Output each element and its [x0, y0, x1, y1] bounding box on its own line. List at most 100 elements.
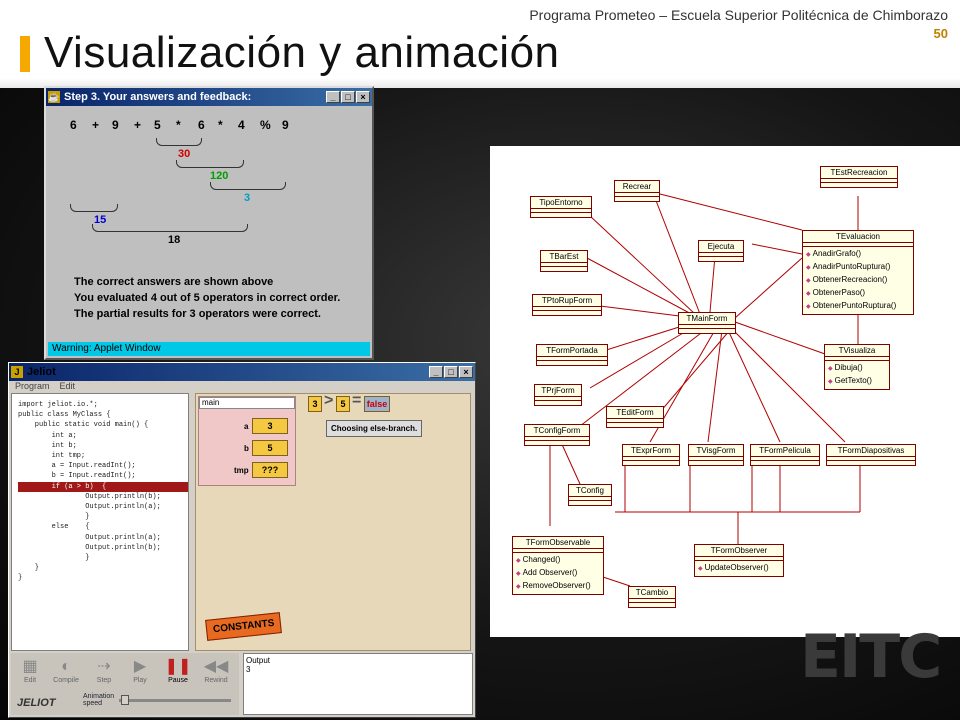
class-op-section [535, 401, 581, 405]
class-op-section [699, 257, 743, 261]
applet-titlebar[interactable]: ☕ Step 3. Your answers and feedback: _ □… [46, 88, 372, 106]
code-line: } [18, 564, 40, 573]
var-value: 3 [252, 418, 288, 434]
class-op-section [531, 213, 591, 217]
edit-button[interactable]: ▦ Edit [13, 657, 47, 689]
partial-result: 30 [178, 148, 191, 160]
class-box: TFormObserver UpdateObserver() [694, 544, 784, 577]
class-op-section [623, 461, 679, 465]
control-panel: ▦ Edit ◐ Compile ⇢ Step ▶ Play ❚❚ Pause ◀◀ Rew… [11, 653, 239, 715]
class-name: TVisgForm [689, 445, 743, 457]
jeliot-logo: JELIOT [17, 697, 56, 709]
code-line: if (a > b) { [18, 481, 188, 492]
var-name: b [244, 444, 249, 453]
speed-slider[interactable] [119, 695, 231, 705]
class-ops: Dibuja() GetTexto() [825, 361, 889, 389]
menu-edit[interactable]: Edit [60, 381, 76, 393]
partial-result: 120 [210, 170, 229, 182]
operation: AnadirGrafo() [806, 248, 910, 261]
partial-result: 18 [168, 234, 181, 246]
partial-brace [70, 204, 118, 212]
code-line: } [18, 554, 90, 563]
class-name: TPtoRupForm [533, 295, 601, 307]
class-op-section [615, 197, 659, 201]
rewind-button[interactable]: ◀◀ Rewind [199, 657, 233, 689]
expr-token[interactable]: * [176, 118, 181, 132]
operation: GetTexto() [828, 375, 886, 388]
code-line: public static void main() { [18, 421, 149, 430]
code-line: } [18, 513, 90, 522]
code-line: Output.println(a); [18, 503, 161, 512]
close-button[interactable]: × [459, 366, 473, 378]
operation: ObtenerPuntoRuptura() [806, 300, 910, 313]
class-ops: AnadirGrafo() AnadirPuntoRuptura() Obten… [803, 247, 913, 314]
speed-slider-thumb[interactable] [121, 695, 129, 705]
jeliot-titlebar[interactable]: J Jeliot _ □ × [9, 363, 475, 381]
class-op-section [541, 267, 587, 271]
class-box: TEvaluacion AnadirGrafo() AnadirPuntoRup… [802, 230, 914, 315]
expr-token[interactable]: + [134, 118, 141, 132]
play-icon: ▶ [133, 658, 147, 675]
compare-left: 3 [308, 396, 322, 412]
play-button[interactable]: ▶ Play [123, 657, 157, 689]
menu-program[interactable]: Program [15, 381, 50, 393]
compare-result: false [364, 396, 390, 412]
class-name: TipoEntorno [531, 197, 591, 209]
constants-box: CONSTANTS [205, 612, 283, 641]
compare-operator: > [324, 392, 334, 409]
close-button[interactable]: × [356, 91, 370, 103]
var-value: 5 [252, 440, 288, 456]
expr-token[interactable]: % [260, 118, 271, 132]
output-value: 3 [246, 665, 251, 674]
class-op-section [629, 603, 675, 607]
class-box: TVisgForm [688, 444, 744, 466]
pause-icon: ❚❚ [164, 658, 192, 675]
class-name: TEvaluacion [803, 231, 913, 243]
code-line: a = Input.readInt(); [18, 462, 136, 471]
class-box: TFormDiapositivas [826, 444, 916, 466]
class-box: TVisualiza Dibuja() GetTexto() [824, 344, 890, 390]
class-box: TFormPelicula [750, 444, 820, 466]
class-box: TEstRecreacion [820, 166, 898, 188]
operation: Dibuja() [828, 362, 886, 375]
class-name: TEstRecreacion [821, 167, 897, 179]
maximize-button[interactable]: □ [341, 91, 355, 103]
operation: AnadirPuntoRuptura() [806, 261, 910, 274]
class-name: TFormDiapositivas [827, 445, 915, 457]
minimize-button[interactable]: _ [326, 91, 340, 103]
code-line: import jeliot.io.*; [18, 401, 98, 409]
class-box: TBarEst [540, 250, 588, 272]
expr-token[interactable]: * [218, 118, 223, 132]
code-editor[interactable]: import jeliot.io.*; public class MyClass … [11, 393, 189, 651]
expr-token[interactable]: + [92, 118, 99, 132]
jeliot-title: Jeliot [27, 366, 56, 378]
class-box: TConfigForm [524, 424, 590, 446]
partial-brace [92, 224, 248, 232]
expr-token: 4 [238, 118, 245, 132]
class-name: TEditForm [607, 407, 663, 419]
class-box: TMainForm [678, 312, 736, 334]
applet-window: ☕ Step 3. Your answers and feedback: _ □… [44, 86, 374, 360]
compile-button[interactable]: ◐ Compile [49, 657, 83, 689]
class-op-section [607, 423, 663, 427]
code-line: int a; [18, 431, 77, 440]
class-box: TipoEntorno [530, 196, 592, 218]
code-line: int tmp; [18, 452, 86, 461]
minimize-button[interactable]: _ [429, 366, 443, 378]
class-name: TCambio [629, 587, 675, 599]
animation-theatre: main a 3 b 5 tmp ??? 3 > 5 = false Choos… [195, 392, 471, 651]
var-value: ??? [252, 462, 288, 478]
class-name: TFormPortada [537, 345, 607, 357]
class-name: TConfigForm [525, 425, 589, 437]
class-op-section [569, 501, 611, 505]
step-button[interactable]: ⇢ Step [87, 657, 121, 689]
class-name: TPrjForm [535, 385, 581, 397]
expr-token: 6 [70, 118, 77, 132]
class-box: TConfig [568, 484, 612, 506]
compare-right: 5 [336, 396, 350, 412]
partial-brace [176, 160, 244, 168]
maximize-button[interactable]: □ [444, 366, 458, 378]
class-box: Recrear [614, 180, 660, 202]
pause-button[interactable]: ❚❚ Pause [161, 657, 195, 689]
class-box: TFormObservable Changed() Add Observer()… [512, 536, 604, 595]
